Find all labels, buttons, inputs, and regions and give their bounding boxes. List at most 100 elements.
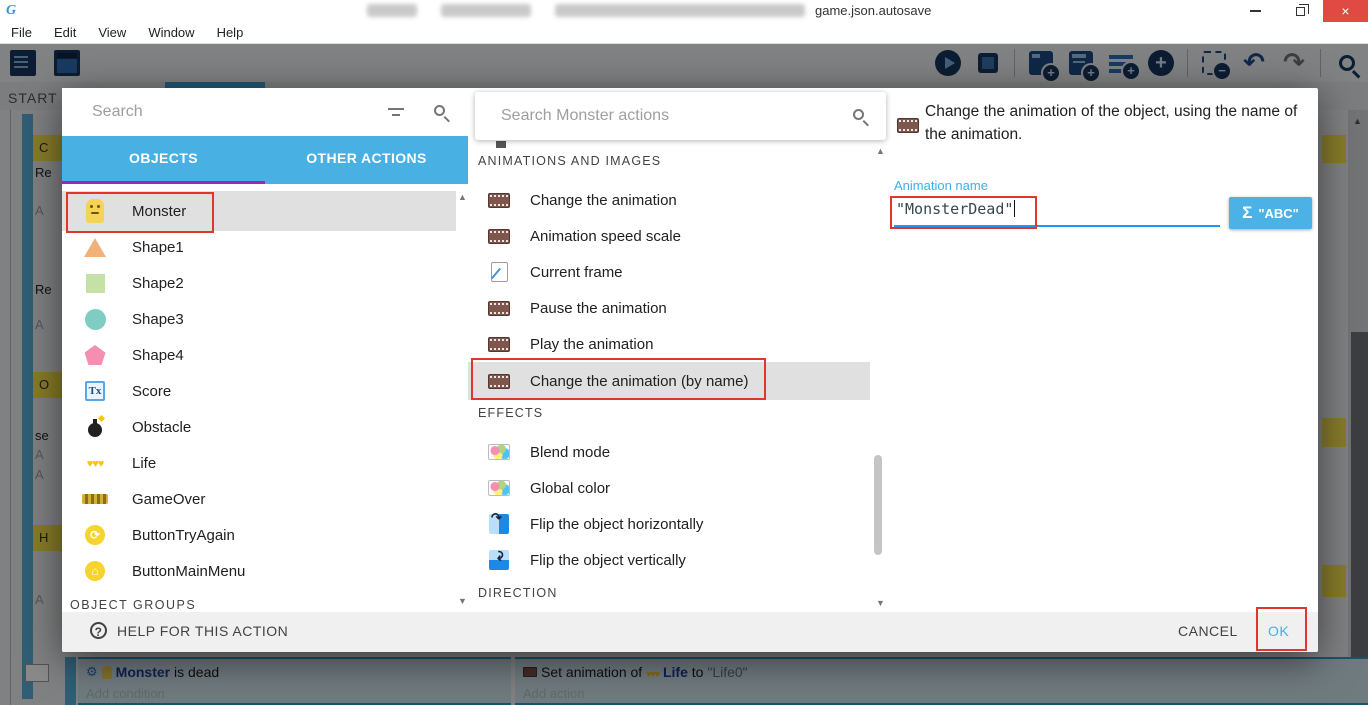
objects-search-input[interactable] xyxy=(92,98,372,126)
restore-button[interactable] xyxy=(1278,0,1323,22)
object-list: MonsterShape1Shape2Shape3Shape4ScoreObst… xyxy=(62,184,468,612)
object-name: Obstacle xyxy=(132,419,191,436)
object-groups-header: OBJECT GROUPS xyxy=(70,598,196,612)
pentagon-icon xyxy=(85,345,106,365)
film-icon xyxy=(897,118,919,133)
action-label: Animation speed scale xyxy=(530,228,681,245)
objects-search-bar xyxy=(62,88,468,136)
action-row-global-color[interactable]: Global color xyxy=(468,470,870,506)
object-name: Shape1 xyxy=(132,239,184,256)
action-label: Global color xyxy=(530,480,610,497)
object-row-shape2[interactable]: Shape2 xyxy=(62,265,456,301)
object-row-obstacle[interactable]: Obstacle xyxy=(62,409,456,445)
object-name: ButtonMainMenu xyxy=(132,563,245,580)
window-title: game.json.autosave xyxy=(815,3,931,18)
hearts-icon xyxy=(87,454,104,472)
scroll-up-arrow-icon[interactable]: ▲ xyxy=(876,146,885,156)
blend-icon xyxy=(488,480,510,496)
triangle-icon xyxy=(84,238,106,257)
square-icon xyxy=(86,274,105,293)
annotation-box-change-animation-by-name xyxy=(471,358,766,400)
object-row-life[interactable]: Life xyxy=(62,445,456,481)
action-row-pause-the-animation[interactable]: Pause the animation xyxy=(468,290,870,326)
dialog-footer: ? HELP FOR THIS ACTION CANCEL OK xyxy=(62,612,1318,652)
object-row-buttontryagain[interactable]: ButtonTryAgain xyxy=(62,517,456,553)
film-icon xyxy=(488,229,510,244)
sigma-icon: Σ xyxy=(1242,203,1252,223)
object-row-shape4[interactable]: Shape4 xyxy=(62,337,456,373)
close-button[interactable]: × xyxy=(1323,0,1368,22)
menu-edit[interactable]: Edit xyxy=(43,22,87,44)
object-row-score[interactable]: Score xyxy=(62,373,456,409)
action-label: Play the animation xyxy=(530,336,653,353)
menu-file[interactable]: File xyxy=(0,22,43,44)
animation-name-label: Animation name xyxy=(894,178,988,193)
menu-view[interactable]: View xyxy=(87,22,137,44)
action-label: Current frame xyxy=(530,264,623,281)
filter-icon[interactable] xyxy=(388,107,404,117)
action-row-change-the-animation[interactable]: Change the animation xyxy=(468,182,870,218)
expression-editor-button[interactable]: Σ "ABC" xyxy=(1229,197,1312,229)
cancel-button[interactable]: CANCEL xyxy=(1178,623,1238,639)
object-row-gameover[interactable]: GameOver xyxy=(62,481,456,517)
tab-objects[interactable]: OBJECTS xyxy=(62,136,265,184)
minimize-button[interactable] xyxy=(1233,0,1278,22)
section-header: ANIMATIONS AND IMAGES xyxy=(478,154,661,168)
blend-icon xyxy=(488,444,510,460)
objects-column: OBJECTSOTHER ACTIONS MonsterShape1Shape2… xyxy=(62,88,468,612)
action-row-flip-the-object-vertically[interactable]: Flip the object vertically xyxy=(468,542,870,578)
scroll-up-arrow-icon[interactable]: ▲ xyxy=(458,192,467,202)
annotation-box-animation-name-input xyxy=(890,196,1037,229)
film-icon xyxy=(488,193,510,208)
section-header: DIRECTION xyxy=(478,586,558,600)
gdevelop-logo-icon: G xyxy=(6,3,22,19)
actions-scrollbar-thumb[interactable] xyxy=(874,455,882,555)
object-name: Score xyxy=(132,383,171,400)
search-icon xyxy=(434,105,445,116)
object-row-buttonmainmenu[interactable]: ButtonMainMenu xyxy=(62,553,456,589)
action-description: Change the animation of the object, usin… xyxy=(925,100,1315,146)
actions-column: ANIMATIONS AND IMAGES Change the animatio… xyxy=(468,88,888,612)
action-row-current-frame[interactable]: Current frame xyxy=(468,254,870,290)
home-button-icon xyxy=(85,561,105,581)
banner-icon xyxy=(82,494,108,504)
title-redacted-text xyxy=(367,4,805,17)
search-icon xyxy=(853,109,864,120)
menu-help[interactable]: Help xyxy=(206,22,255,44)
film-icon xyxy=(488,301,510,316)
section-header: EFFECTS xyxy=(478,406,543,420)
scroll-down-arrow-icon[interactable]: ▼ xyxy=(458,596,467,606)
action-label: Flip the object vertically xyxy=(530,552,686,569)
question-mark-icon: ? xyxy=(90,622,107,639)
object-name: Shape3 xyxy=(132,311,184,328)
action-row-blend-mode[interactable]: Blend mode xyxy=(468,434,870,470)
object-row-shape3[interactable]: Shape3 xyxy=(62,301,456,337)
annotation-box-ok xyxy=(1256,607,1307,651)
menu-window[interactable]: Window xyxy=(137,22,205,44)
tab-other-actions[interactable]: OTHER ACTIONS xyxy=(265,136,468,184)
object-name: ButtonTryAgain xyxy=(132,527,235,544)
partially-scrolled-item xyxy=(496,141,506,148)
frame-icon xyxy=(491,262,508,282)
menu-bar: FileEditViewWindowHelp xyxy=(0,22,1368,44)
actions-search-input[interactable] xyxy=(501,102,821,130)
flip-v-icon xyxy=(489,550,509,570)
circle-icon xyxy=(85,309,106,330)
action-label: Blend mode xyxy=(530,444,610,461)
text-object-icon xyxy=(85,381,105,401)
scroll-down-arrow-icon[interactable]: ▼ xyxy=(876,598,885,608)
help-button[interactable]: ? HELP FOR THIS ACTION xyxy=(90,622,288,639)
action-row-flip-the-object-horizontally[interactable]: Flip the object horizontally xyxy=(468,506,870,542)
action-label: Change the animation xyxy=(530,192,677,209)
action-row-play-the-animation[interactable]: Play the animation xyxy=(468,326,870,362)
object-name: Shape2 xyxy=(132,275,184,292)
annotation-box-monster xyxy=(66,192,214,233)
action-label: Flip the object horizontally xyxy=(530,516,703,533)
object-row-shape1[interactable]: Shape1 xyxy=(62,229,456,265)
action-row-animation-speed-scale[interactable]: Animation speed scale xyxy=(468,218,870,254)
object-name: GameOver xyxy=(132,491,205,508)
action-parameters-panel: Change the animation of the object, usin… xyxy=(888,88,1318,612)
actions-search-bar xyxy=(475,92,886,140)
retry-button-icon xyxy=(85,525,105,545)
action-label: Pause the animation xyxy=(530,300,667,317)
